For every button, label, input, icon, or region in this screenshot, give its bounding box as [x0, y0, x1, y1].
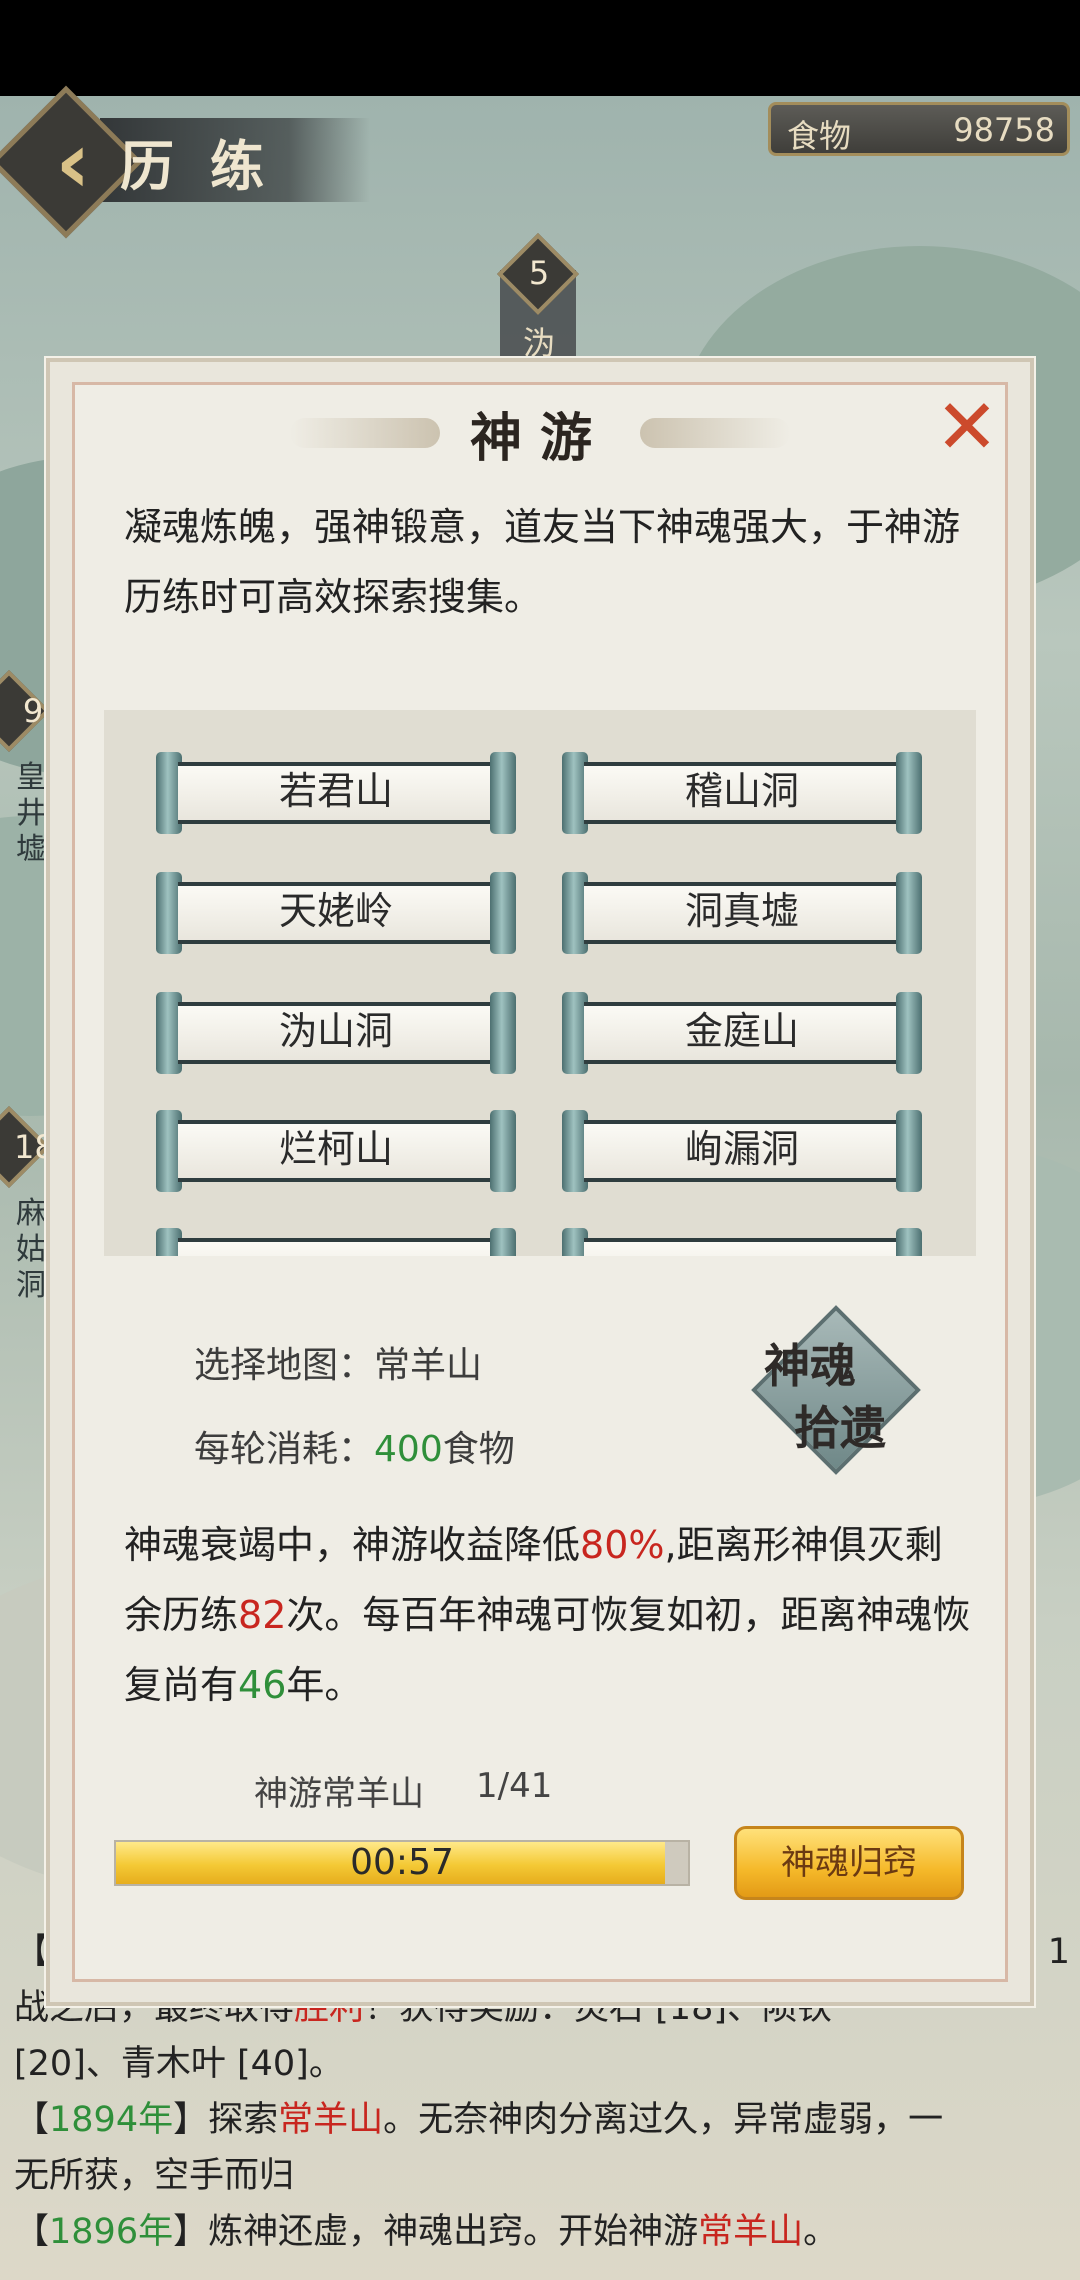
- map-option[interactable]: 洞真墟: [562, 872, 922, 954]
- return-spirit-button[interactable]: 神魂归窍: [734, 1826, 964, 1900]
- cost-line: 每轮消耗：400食物: [194, 1420, 515, 1472]
- seal-text: 神魂: [764, 1339, 856, 1393]
- status-bar: [0, 0, 1080, 96]
- map-node-9-number: 9: [22, 692, 44, 730]
- dialog-intro-text: 凝魂炼魄，强神锻意，道友当下神魂强大，于神游历练时可高效探索搜集。: [124, 505, 961, 619]
- log-line: [20]、青木叶 [40]。: [14, 2044, 344, 2084]
- map-option-label: 金庭山: [684, 1009, 799, 1053]
- map-option-label: 峋漏洞: [684, 1127, 799, 1171]
- title-cloud-ornament: [290, 418, 440, 448]
- selected-map-line: 选择地图：常羊山: [194, 1336, 482, 1388]
- log-line: 无所获，空手而归: [14, 2156, 295, 2196]
- food-value: 98758: [953, 111, 1055, 149]
- selected-map-value: 常羊山: [374, 1345, 483, 1386]
- map-node-5-number: 5: [528, 254, 550, 292]
- map-option[interactable]: 峋漏洞: [562, 1110, 922, 1192]
- log-line: 【1896年】炼神还虚，神魂出窍。开始神游常羊山。: [14, 2212, 839, 2252]
- map-list[interactable]: 若君山 稽山洞 天姥岭 洞真墟 沩山洞 金庭山 烂柯山 峋漏洞: [104, 710, 976, 1256]
- chevron-left-icon[interactable]: ‹: [28, 118, 118, 208]
- spirit-status-text: 神魂衰竭中，神游收益降低80%,距离形神俱灭剩余历练82次。每百年神魂可恢复如初…: [124, 1523, 971, 1707]
- log-line: 【1894年】探索常羊山。无奈神肉分离过久，异常虚弱，一: [14, 2100, 944, 2140]
- cost-unit: 食物: [442, 1429, 515, 1470]
- dialog-title: 神游: [469, 408, 610, 469]
- map-option[interactable]: 沩山洞: [156, 992, 516, 1074]
- map-option-label: 洞真墟: [684, 889, 799, 933]
- progress-title: 神游常羊山: [254, 1774, 424, 1814]
- selected-map-label: 选择地图：: [194, 1345, 375, 1386]
- title-cloud-ornament: [640, 418, 790, 448]
- map-option-label: 天姥岭: [278, 889, 393, 933]
- food-counter: 食物 98758: [768, 102, 1070, 156]
- map-option[interactable]: 若君山: [156, 752, 516, 834]
- cost-value: 400: [374, 1429, 443, 1470]
- seal-text: 拾遗: [794, 1401, 886, 1455]
- map-option-label: 稽山洞: [684, 769, 799, 813]
- map-option[interactable]: 金庭山: [562, 992, 922, 1074]
- close-icon[interactable]: ✕: [932, 389, 1002, 465]
- map-option-partial[interactable]: [156, 1228, 516, 1256]
- food-label: 食物: [787, 117, 852, 155]
- cost-label: 每轮消耗：: [194, 1429, 375, 1470]
- map-option-partial[interactable]: [562, 1228, 922, 1256]
- progress-count: 1/41: [476, 1766, 553, 1806]
- map-option-label: 烂柯山: [278, 1127, 393, 1171]
- map-option[interactable]: 稽山洞: [562, 752, 922, 834]
- map-option[interactable]: 烂柯山: [156, 1110, 516, 1192]
- page-title: 历练: [120, 134, 300, 198]
- progress-time: 00:57: [350, 1842, 454, 1883]
- map-option[interactable]: 天姥岭: [156, 872, 516, 954]
- map-option-label: 沩山洞: [278, 1009, 393, 1053]
- map-option-label: 若君山: [278, 769, 393, 813]
